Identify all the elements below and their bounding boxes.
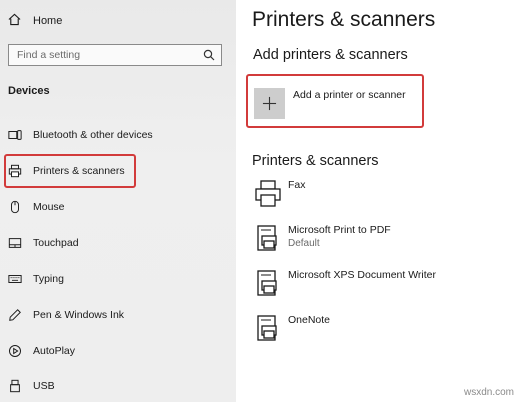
printer-name: Microsoft XPS Document Writer [288, 269, 437, 281]
printer-name: Fax [288, 179, 306, 191]
keyboard-icon [7, 271, 23, 287]
sidebar-item-label: Pen & Windows Ink [33, 309, 125, 321]
bluetooth-devices-icon [7, 127, 23, 143]
sidebar-item-label: Printers & scanners [33, 165, 125, 177]
printer-item-onenote[interactable]: OneNote [252, 314, 472, 350]
sidebar-item-label: Typing [33, 273, 64, 285]
page-title: Printers & scanners [252, 8, 436, 31]
section-title-devices: Devices [8, 85, 50, 97]
usb-icon [7, 378, 23, 394]
sidebar-item-autoplay[interactable]: AutoPlay [4, 338, 232, 364]
printer-status-default: Default [288, 238, 320, 249]
printer-item-pdf[interactable]: Microsoft Print to PDF Default [252, 224, 472, 260]
sidebar-item-label: Touchpad [33, 237, 79, 249]
printer-document-icon [254, 224, 282, 254]
touchpad-icon [7, 235, 23, 251]
fax-icon [254, 179, 282, 209]
add-tile [254, 88, 285, 119]
watermark: wsxdn.com [463, 387, 514, 398]
printer-name: OneNote [288, 314, 331, 326]
settings-window: Home Find a setting Devices Bluetooth & … [0, 0, 520, 402]
search-input[interactable]: Find a setting [8, 44, 222, 66]
printer-name: Microsoft Print to PDF [288, 224, 391, 236]
sidebar-item-printers[interactable]: Printers & scanners [4, 154, 136, 188]
sidebar-item-label: Mouse [33, 201, 65, 213]
sidebar-item-label: USB [33, 380, 55, 392]
search-placeholder: Find a setting [17, 49, 81, 61]
sidebar: Home Find a setting Devices Bluetooth & … [0, 0, 236, 402]
add-printer-button[interactable]: Add a printer or scanner [246, 74, 424, 128]
sidebar-item-pen[interactable]: Pen & Windows Ink [4, 302, 232, 328]
autoplay-icon [7, 343, 23, 359]
home-label: Home [33, 15, 63, 27]
sidebar-item-usb[interactable]: USB [4, 373, 232, 399]
printers-list-title: Printers & scanners [252, 153, 379, 169]
sidebar-item-bluetooth[interactable]: Bluetooth & other devices [4, 122, 232, 148]
home-nav[interactable]: Home [8, 12, 62, 30]
search-icon[interactable] [203, 49, 215, 61]
add-section-title: Add printers & scanners [253, 47, 408, 63]
sidebar-item-label: Bluetooth & other devices [33, 129, 153, 141]
printer-item-fax[interactable]: Fax [252, 179, 472, 215]
sidebar-item-typing[interactable]: Typing [4, 266, 232, 292]
mouse-icon [7, 199, 23, 215]
sidebar-item-mouse[interactable]: Mouse [4, 194, 232, 220]
printer-item-xps[interactable]: Microsoft XPS Document Writer [252, 269, 472, 305]
printer-document-icon [254, 314, 282, 344]
main-content: Printers & scanners Add printers & scann… [236, 0, 520, 402]
add-printer-label: Add a printer or scanner [293, 89, 406, 101]
printer-document-icon [254, 269, 282, 299]
pen-icon [7, 307, 23, 323]
sidebar-item-touchpad[interactable]: Touchpad [4, 230, 232, 256]
printer-icon [7, 163, 23, 179]
sidebar-item-label: AutoPlay [33, 345, 76, 357]
plus-icon [262, 96, 277, 111]
home-icon [8, 13, 21, 29]
